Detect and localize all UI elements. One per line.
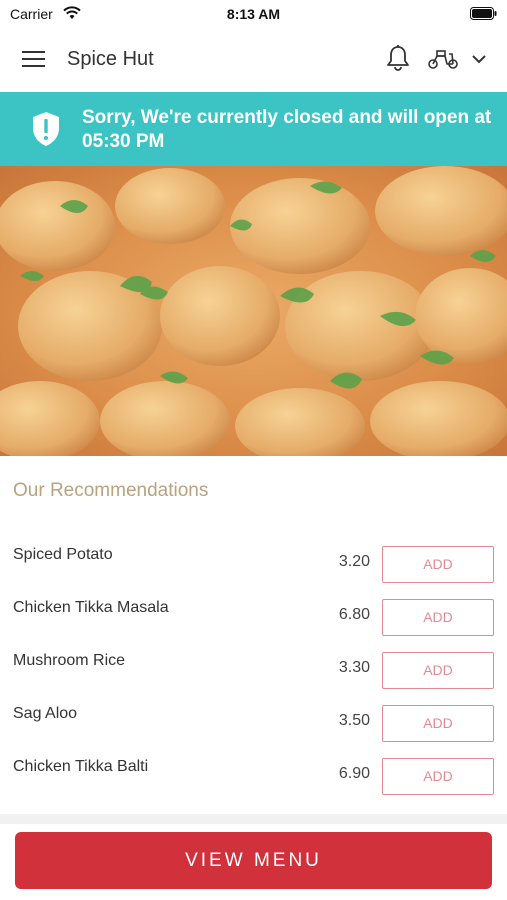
add-button[interactable]: ADD <box>382 705 494 742</box>
app-title: Spice Hut <box>67 48 154 70</box>
item-price: 6.80 <box>338 606 370 623</box>
shield-icon <box>33 112 59 146</box>
clock: 8:13 AM <box>226 6 281 22</box>
divider <box>0 814 507 824</box>
add-button[interactable]: ADD <box>382 652 494 689</box>
chevron-down-icon[interactable] <box>470 52 488 66</box>
app-header: Spice Hut <box>0 28 507 92</box>
hamburger-menu-icon[interactable] <box>22 50 46 68</box>
item-name: Chicken Tikka Masala <box>13 599 169 616</box>
battery-icon <box>470 7 497 20</box>
item-name: Chicken Tikka Balti <box>13 758 149 775</box>
bell-icon[interactable] <box>385 44 411 72</box>
add-button[interactable]: ADD <box>382 546 494 583</box>
list-item: Mushroom Rice 3.30 ADD <box>0 652 507 705</box>
item-name: Spiced Potato <box>13 546 113 563</box>
list-item: Sag Aloo 3.50 ADD <box>0 705 507 758</box>
item-name: Mushroom Rice <box>13 652 126 669</box>
item-name: Sag Aloo <box>13 705 78 722</box>
recommendations-title: Our Recommendations <box>13 480 209 501</box>
closed-notice-banner: Sorry, We're currently closed and will o… <box>0 92 507 166</box>
hero-food-image <box>0 166 507 456</box>
add-button[interactable]: ADD <box>382 758 494 795</box>
recommendations-section: Our Recommendations Spiced Potato 3.20 A… <box>0 456 507 814</box>
view-menu-button[interactable]: VIEW MENU <box>15 832 492 889</box>
item-price: 3.30 <box>338 659 370 676</box>
status-bar: Carrier 8:13 AM <box>0 0 507 28</box>
item-price: 6.90 <box>338 765 370 782</box>
curry-illustration <box>0 166 507 456</box>
item-price: 3.50 <box>338 712 370 729</box>
closed-notice-text: Sorry, We're currently closed and will o… <box>82 107 492 152</box>
list-item: Chicken Tikka Masala 6.80 ADD <box>0 599 507 652</box>
add-button[interactable]: ADD <box>382 599 494 636</box>
list-item: Chicken Tikka Balti 6.90 ADD <box>0 758 507 811</box>
list-item: Spiced Potato 3.20 ADD <box>0 546 507 599</box>
scooter-icon[interactable] <box>427 48 459 70</box>
item-price: 3.20 <box>338 553 370 570</box>
